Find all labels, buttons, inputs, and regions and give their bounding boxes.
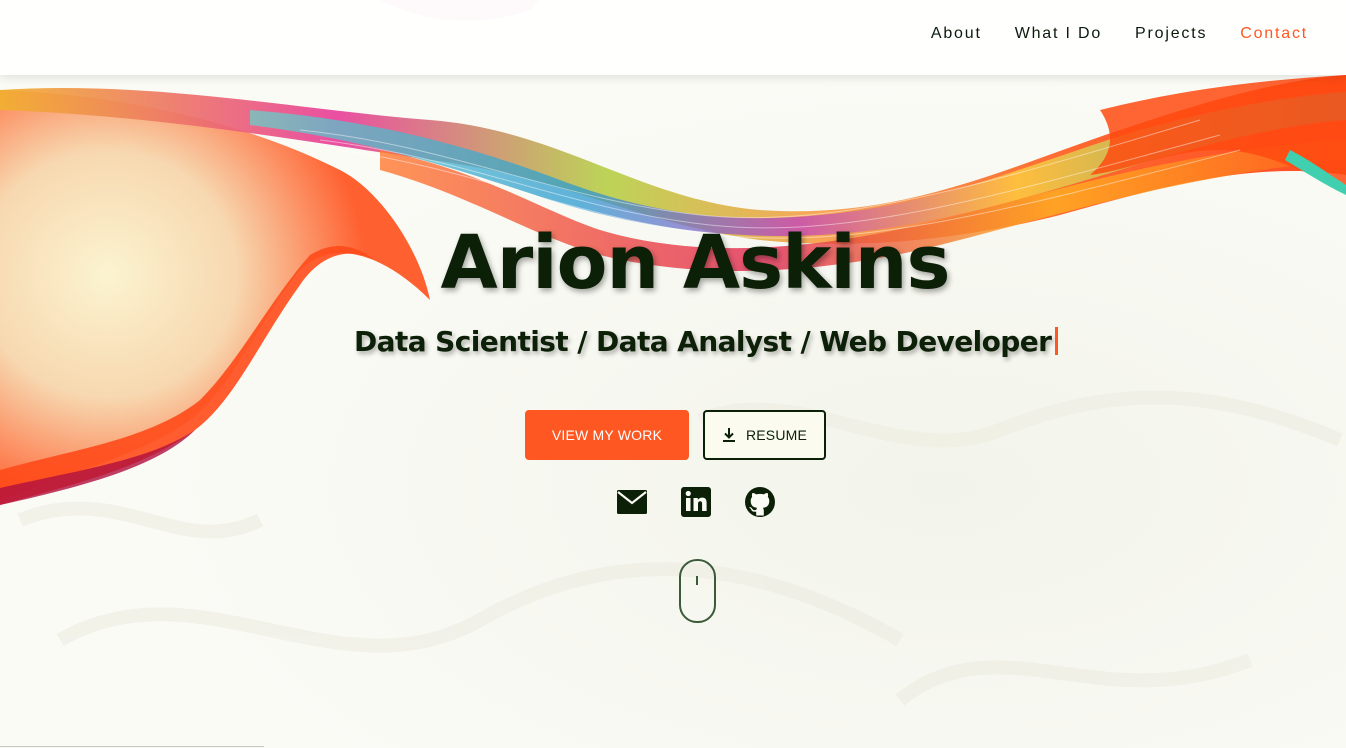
- hero-subtitle: Data Scientist / Data Analyst / Web Deve…: [354, 322, 1059, 362]
- nav-link-contact[interactable]: Contact: [1240, 24, 1308, 44]
- page: About What I Do Projects Contact Arion A…: [0, 0, 1346, 748]
- hero-section: Arion Askins Data Scientist / Data Analy…: [0, 0, 1346, 748]
- scroll-down-indicator[interactable]: [679, 559, 716, 623]
- nav-link-what-i-do[interactable]: What I Do: [1015, 24, 1102, 44]
- download-icon: [722, 427, 736, 443]
- hero-subtitle-text: Data Scientist / Data Analyst / Web Deve…: [354, 325, 1052, 358]
- nav-links: About What I Do Projects Contact: [898, 24, 1308, 44]
- nav-link-projects[interactable]: Projects: [1135, 24, 1207, 44]
- resume-button[interactable]: RESUME: [703, 410, 826, 460]
- social-links: [615, 485, 807, 519]
- hero-name: Arion Askins: [440, 220, 950, 306]
- github-icon[interactable]: [743, 485, 777, 519]
- typing-cursor: [1055, 327, 1059, 355]
- view-my-work-label: VIEW MY WORK: [551, 427, 663, 443]
- email-icon[interactable]: [615, 485, 649, 519]
- navbar: About What I Do Projects Contact: [0, 0, 1346, 75]
- nav-link-about[interactable]: About: [931, 24, 982, 44]
- view-my-work-button[interactable]: VIEW MY WORK: [525, 410, 689, 460]
- scroll-wheel: [696, 576, 698, 585]
- resume-label: RESUME: [745, 427, 808, 443]
- linkedin-icon[interactable]: [679, 485, 713, 519]
